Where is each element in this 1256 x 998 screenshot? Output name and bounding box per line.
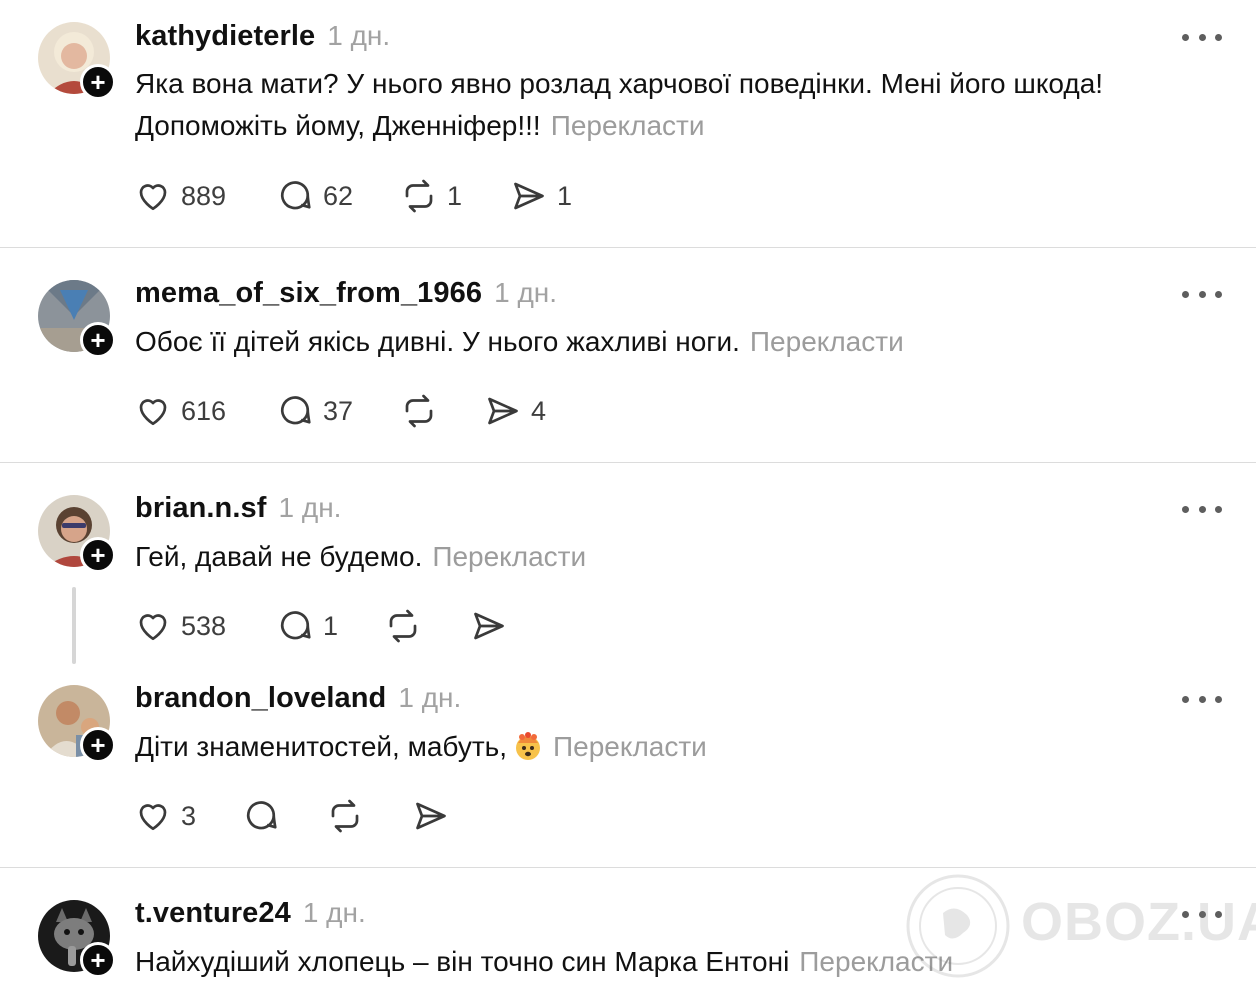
repost-button[interactable]: 1 (401, 176, 462, 216)
more-dots-icon[interactable] (1182, 284, 1222, 304)
heart-icon (139, 399, 167, 426)
reply-button[interactable]: 62 (277, 176, 353, 216)
post-t.venture24: + t.venture24 1 дн. Найхудіший хлопець –… (0, 868, 1256, 998)
repost-arrows-icon (405, 394, 433, 428)
like-button[interactable]: 538 (135, 606, 226, 646)
share-button[interactable] (471, 606, 517, 646)
like-count: 889 (181, 180, 227, 211)
username[interactable]: mema_of_six_from_1966 (135, 277, 482, 310)
share-count: 1 (557, 180, 573, 211)
action-bar: 616 37 4 (135, 391, 635, 431)
repost-button[interactable] (385, 606, 431, 646)
repost-button[interactable] (401, 391, 447, 431)
post-body: Гей, давай не будемо. (135, 541, 423, 572)
reply-button[interactable]: 1 (277, 606, 338, 646)
post-header: brian.n.sf 1 дн. (135, 492, 341, 525)
username[interactable]: brandon_loveland (135, 682, 386, 715)
post-text: Діти знаменитостей, мабуть, Перекласти (135, 726, 1225, 768)
post-mema_of_six_from_1966: + mema_of_six_from_1966 1 дн. Обоє її ді… (0, 248, 1256, 462)
repost-arrows-icon (405, 179, 433, 213)
timestamp: 1 дн. (494, 277, 558, 308)
send-icon (514, 182, 544, 210)
exploding-head-emoji (516, 732, 541, 760)
more-dots-icon[interactable] (1182, 499, 1222, 519)
action-bar: 538 1 (135, 606, 635, 646)
like-count: 538 (181, 610, 227, 641)
repost-arrows-icon (331, 799, 359, 833)
avatar-wrap: + (38, 22, 116, 100)
comment-bubble-icon (280, 396, 311, 425)
avatar-wrap: + (38, 280, 116, 358)
like-button[interactable]: 889 (135, 176, 226, 216)
timestamp: 1 дн. (398, 682, 462, 713)
more-dots-icon[interactable] (1182, 689, 1222, 709)
post-brandon_loveland: + brandon_loveland 1 дн. Діти знаменитос… (0, 664, 1256, 867)
username[interactable]: kathydieterle (135, 20, 315, 53)
share-button[interactable]: 1 (511, 176, 572, 216)
comment-bubble-icon (246, 801, 277, 830)
more-dots-icon[interactable] (1182, 27, 1222, 47)
post-body: Найхудіший хлопець – він точно син Марка… (135, 946, 790, 977)
username[interactable]: brian.n.sf (135, 492, 267, 525)
post-header: t.venture24 1 дн. (135, 897, 366, 930)
translate-link[interactable]: Перекласти (551, 110, 705, 141)
avatar-wrap: + (38, 495, 116, 573)
post-body: Діти знаменитостей, мабуть, (135, 731, 508, 762)
timestamp: 1 дн. (278, 492, 342, 523)
send-icon (488, 397, 518, 425)
share-count: 4 (531, 395, 547, 426)
repost-arrows-icon (389, 609, 417, 643)
reply-count: 62 (323, 180, 354, 211)
comment-bubble-icon (280, 181, 311, 210)
more-dots-icon[interactable] (1182, 904, 1222, 924)
post-header: kathydieterle 1 дн. (135, 20, 390, 53)
avatar-wrap: + (38, 685, 116, 763)
heart-icon (139, 614, 167, 641)
username[interactable]: t.venture24 (135, 897, 291, 930)
follow-plus-icon[interactable]: + (80, 537, 116, 573)
like-button[interactable]: 3 (135, 796, 196, 836)
comment-bubble-icon (280, 611, 311, 640)
timestamp: 1 дн. (302, 897, 366, 928)
follow-plus-icon[interactable]: + (80, 942, 116, 978)
reply-count: 1 (323, 610, 339, 641)
repost-count: 1 (447, 180, 463, 211)
post-text: Яка вона мати? У нього явно розлад харчо… (135, 63, 1225, 147)
post-header: mema_of_six_from_1966 1 дн. (135, 277, 557, 310)
share-button[interactable]: 4 (485, 391, 546, 431)
translate-link[interactable]: Перекласти (553, 731, 707, 762)
share-button[interactable] (413, 796, 459, 836)
translate-link[interactable]: Перекласти (799, 946, 953, 977)
action-bar: 3 (135, 796, 635, 836)
action-bar: 889 62 1 1 (135, 176, 635, 216)
post-text: Обоє її дітей якісь дивні. У нього жахли… (135, 321, 1225, 363)
follow-plus-icon[interactable]: + (80, 322, 116, 358)
timestamp: 1 дн. (327, 20, 391, 51)
like-count: 616 (181, 395, 227, 426)
post-text: Гей, давай не будемо. Перекласти (135, 536, 1225, 578)
repost-button[interactable] (327, 796, 373, 836)
translate-link[interactable]: Перекласти (750, 326, 904, 357)
reply-button[interactable] (243, 796, 289, 836)
heart-icon (139, 184, 167, 211)
post-text: Найхудіший хлопець – він точно син Марка… (135, 941, 1225, 983)
follow-plus-icon[interactable]: + (80, 64, 116, 100)
follow-plus-icon[interactable]: + (80, 727, 116, 763)
post-header: brandon_loveland 1 дн. (135, 682, 461, 715)
reply-count: 37 (323, 395, 354, 426)
reply-button[interactable]: 37 (277, 391, 353, 431)
post-brian.n.sf: + brian.n.sf 1 дн. Гей, давай не будемо.… (0, 463, 1256, 663)
post-body: Обоє її дітей якісь дивні. У нього жахли… (135, 326, 740, 357)
like-button[interactable]: 616 (135, 391, 226, 431)
heart-icon (139, 804, 167, 831)
thread-line (72, 587, 76, 664)
send-icon (416, 802, 446, 830)
send-icon (474, 612, 504, 640)
avatar-wrap: + (38, 900, 116, 978)
post-kathydieterle: + kathydieterle 1 дн. Яка вона мати? У н… (0, 0, 1256, 247)
like-count: 3 (181, 800, 197, 831)
translate-link[interactable]: Перекласти (432, 541, 586, 572)
